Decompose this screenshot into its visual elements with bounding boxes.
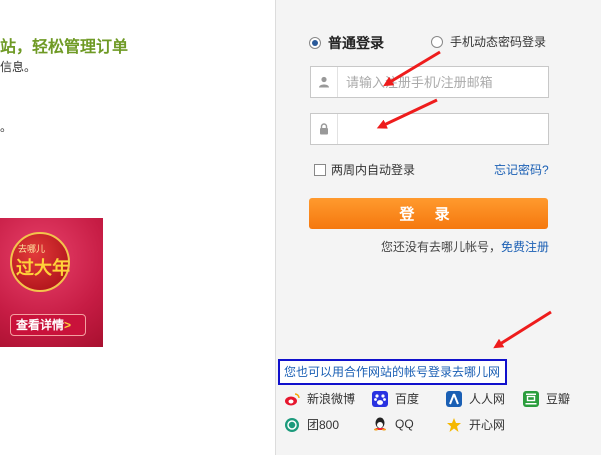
partner-douban-label: 豆瓣: [546, 392, 571, 406]
password-field[interactable]: [310, 113, 549, 145]
renren-icon: [446, 390, 462, 407]
partner-renren-label: 人人网: [469, 392, 506, 406]
promo-title: 站，轻松管理订单: [0, 39, 129, 56]
banner-medal: 去哪儿 过大年: [10, 232, 70, 292]
forgot-password-link[interactable]: 忘记密码?: [494, 161, 549, 178]
username-field[interactable]: [310, 66, 549, 98]
remember-checkbox[interactable]: [314, 163, 326, 176]
lock-icon: [311, 114, 338, 144]
view-details-label: 查看详情: [16, 318, 65, 332]
partner-kaixin[interactable]: 开心网: [446, 416, 505, 433]
no-account-line: 您还没有去哪儿帐号，免费注册: [381, 238, 549, 255]
tab-dynamic-password-label: 手机动态密码登录: [450, 35, 547, 49]
tab-normal-login-label: 普通登录: [328, 35, 384, 51]
partner-douban[interactable]: 豆瓣: [523, 390, 570, 407]
chevron-right-icon: >: [64, 318, 72, 332]
promo-fragment: 。: [0, 120, 13, 134]
partner-qq[interactable]: QQ: [372, 416, 414, 432]
partner-kaixin-label: 开心网: [469, 418, 506, 432]
tuan800-icon: [285, 417, 299, 432]
partner-weibo-label: 新浪微博: [307, 392, 356, 406]
partner-login-title: 您也可以用合作网站的帐号登录去哪儿网: [278, 359, 507, 385]
partner-renren[interactable]: 人人网: [446, 390, 505, 407]
remember-me[interactable]: 两周内自动登录: [314, 161, 415, 178]
remember-label: 两周内自动登录: [331, 163, 416, 177]
partner-tuan800[interactable]: 团800: [284, 416, 339, 433]
password-input[interactable]: [338, 114, 548, 144]
partner-baidu[interactable]: 百度: [372, 390, 419, 407]
baidu-icon: [372, 390, 388, 407]
tab-normal-login[interactable]: 普通登录: [309, 33, 384, 53]
partner-weibo[interactable]: 新浪微博: [284, 390, 355, 407]
username-input[interactable]: [338, 67, 548, 97]
login-button[interactable]: 登 录: [309, 198, 548, 229]
douban-icon: [523, 390, 539, 407]
left-content: 站，轻松管理订单 信息。 。 去哪儿 过大年 查看详情>: [0, 0, 275, 455]
new-year-banner[interactable]: 去哪儿 过大年 查看详情>: [0, 218, 103, 347]
user-icon: [311, 67, 338, 97]
view-details-button[interactable]: 查看详情>: [10, 314, 86, 336]
qq-icon: [374, 417, 386, 431]
login-panel: 普通登录 手机动态密码登录 两周内自动登录 忘记密码? 登 录 您还没有去哪儿帐…: [275, 0, 601, 455]
register-link[interactable]: 免费注册: [501, 240, 549, 254]
radio-unselected-icon[interactable]: [431, 35, 443, 48]
partner-baidu-label: 百度: [395, 392, 420, 406]
banner-big-text: 过大年: [16, 258, 70, 278]
kaixin-icon: [447, 417, 461, 432]
partner-qq-label: QQ: [395, 417, 414, 431]
partner-tuan800-label: 团800: [307, 418, 340, 432]
tab-dynamic-password-login[interactable]: 手机动态密码登录: [431, 33, 546, 50]
promo-subtitle: 信息。: [0, 60, 37, 74]
no-account-text: 您还没有去哪儿帐号，: [381, 240, 502, 254]
weibo-icon: [285, 392, 300, 405]
radio-selected-icon[interactable]: [309, 37, 321, 49]
